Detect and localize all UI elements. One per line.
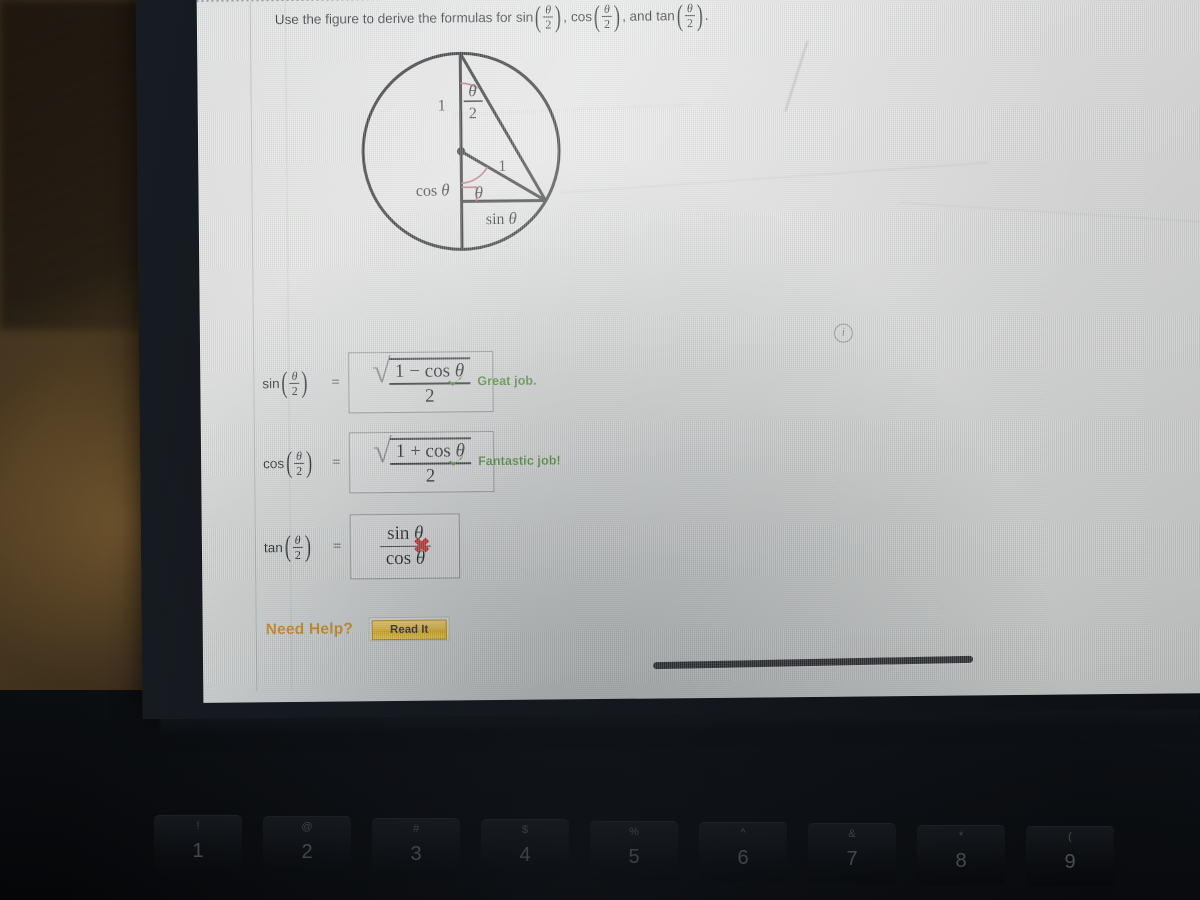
key-3[interactable]: #3 xyxy=(372,817,460,878)
fraction-numerator: θ xyxy=(603,1,610,16)
need-help-section: Need Help? Read It xyxy=(266,616,450,642)
fraction-denominator: 2 xyxy=(686,16,693,31)
info-icon[interactable]: i xyxy=(833,323,854,343)
key-number: 1 xyxy=(192,840,204,862)
prompt-period: . xyxy=(704,7,709,23)
figure-label-radius-top: 1 xyxy=(438,97,446,114)
key-number: 7 xyxy=(846,848,858,871)
answer-fn-name: tan xyxy=(263,540,283,556)
fraction-numerator: θ xyxy=(296,448,303,463)
fraction-numerator: θ xyxy=(686,1,693,16)
content-column-rule-right xyxy=(284,1,293,691)
key-4[interactable]: $4 xyxy=(481,819,569,880)
equals-sign: = xyxy=(332,454,341,471)
equals-sign: = xyxy=(332,538,342,555)
prompt-fn-tan: tan xyxy=(655,7,675,24)
key-symbol: % xyxy=(629,825,639,838)
webpage-content: Use the figure to derive the formulas fo… xyxy=(196,0,1200,703)
figure-chord xyxy=(458,52,547,202)
fraction-denominator: 2 xyxy=(604,17,611,32)
fraction-denominator: 2 xyxy=(296,464,303,479)
key-symbol: ^ xyxy=(740,827,746,839)
checkmark-icon xyxy=(447,452,465,470)
key-symbol: $ xyxy=(521,824,529,837)
fraction-numerator: θ xyxy=(294,532,301,547)
prompt-fn-cos: cos xyxy=(570,8,593,24)
answer-label-sin: sin ( θ 2 ) xyxy=(262,366,324,399)
key-9[interactable]: (9 xyxy=(1026,826,1114,887)
key-2[interactable]: @2 xyxy=(263,816,351,877)
content-column-rule-left xyxy=(249,1,258,692)
fraction-denominator: 2 xyxy=(545,17,552,32)
key-number: 6 xyxy=(737,847,749,869)
prompt-lead-text: Use the figure to derive the formulas fo… xyxy=(274,9,513,27)
answer-argument-fraction: θ 2 xyxy=(289,368,300,399)
prompt-separator-1: , xyxy=(563,8,568,24)
key-symbol: * xyxy=(958,829,964,842)
figure-label-half-angle-denominator: 2 xyxy=(469,105,477,122)
prompt-fraction-1: θ 2 xyxy=(543,2,554,32)
key-number: 5 xyxy=(628,845,640,868)
figure-center-point xyxy=(456,147,466,156)
answer-label-tan: tan ( θ 2 ) xyxy=(263,530,326,563)
prompt-fraction-3: θ 2 xyxy=(684,1,695,31)
need-help-label: Need Help? xyxy=(265,620,354,639)
answer-input-tan[interactable]: sin θ cos θ xyxy=(350,513,461,580)
figure-label-cos-theta: cos θ xyxy=(416,180,450,199)
key-symbol: ( xyxy=(1068,831,1072,844)
feedback-tan: ✖ xyxy=(412,534,444,558)
fraction-denominator: 2 xyxy=(294,548,301,563)
answer-argument-fraction: θ 2 xyxy=(292,532,303,563)
laptop-keyboard-number-row: ! 1 @2 #3 $4% 5 ^ 6 & 7 * 8(9 xyxy=(140,815,1200,900)
key-number: 4 xyxy=(519,844,531,867)
figure-label-center-angle: θ xyxy=(474,183,483,202)
key-symbol: & xyxy=(848,828,856,841)
fraction-numerator: θ xyxy=(545,2,552,17)
fraction-numerator: θ xyxy=(291,368,298,383)
key-1[interactable]: ! 1 xyxy=(154,815,242,875)
feedback-sin: Great job. xyxy=(446,372,537,391)
key-number: 9 xyxy=(1064,851,1076,874)
problem-statement: Use the figure to derive the formulas fo… xyxy=(274,0,795,33)
key-5[interactable]: % 5 xyxy=(590,820,678,881)
fraction-denominator: 2 xyxy=(425,465,436,487)
checkmark-icon xyxy=(446,372,464,390)
laptop-screen: Use the figure to derive the formulas fo… xyxy=(196,0,1200,703)
key-7[interactable]: & 7 xyxy=(808,823,896,884)
key-8[interactable]: * 8 xyxy=(917,824,1005,885)
key-symbol: # xyxy=(412,822,420,835)
fraction-denominator: 2 xyxy=(424,385,435,407)
fraction-denominator: 2 xyxy=(291,384,298,399)
key-number: 8 xyxy=(955,849,967,872)
key-number: 3 xyxy=(410,842,422,865)
read-it-button[interactable]: Read It xyxy=(368,616,450,642)
figure-center-angle-arc xyxy=(461,166,488,185)
figure-label-hypotenuse: 1 xyxy=(498,158,506,175)
key-symbol: @ xyxy=(301,821,313,834)
answer-argument-fraction: θ 2 xyxy=(294,448,305,479)
prompt-fn-sin: sin xyxy=(515,9,534,25)
key-symbol: ! xyxy=(196,820,200,832)
figure-label-half-angle-numerator: θ xyxy=(468,81,477,100)
unit-circle-half-angle-figure: 1 θ 2 1 θ cos θ sin θ xyxy=(345,37,577,264)
read-it-button-label: Read It xyxy=(371,619,447,641)
feedback-text: Fantastic job! xyxy=(478,453,561,469)
key-6[interactable]: ^ 6 xyxy=(699,822,787,882)
answer-fn-name: cos xyxy=(263,456,285,472)
key-number: 2 xyxy=(301,841,313,864)
feedback-text: Great job. xyxy=(477,373,537,389)
feedback-cos: Fantastic job! xyxy=(447,451,561,470)
answer-fn-name: sin xyxy=(262,376,280,392)
prompt-fraction-2: θ 2 xyxy=(602,1,613,32)
prompt-separator-2: , and xyxy=(621,8,653,24)
horizontal-scrollbar[interactable] xyxy=(653,655,974,670)
figure-label-sin-theta: sin θ xyxy=(486,209,517,228)
answer-label-cos: cos ( θ 2 ) xyxy=(263,446,325,479)
cross-icon: ✖ xyxy=(412,534,431,558)
equals-sign: = xyxy=(331,374,340,391)
